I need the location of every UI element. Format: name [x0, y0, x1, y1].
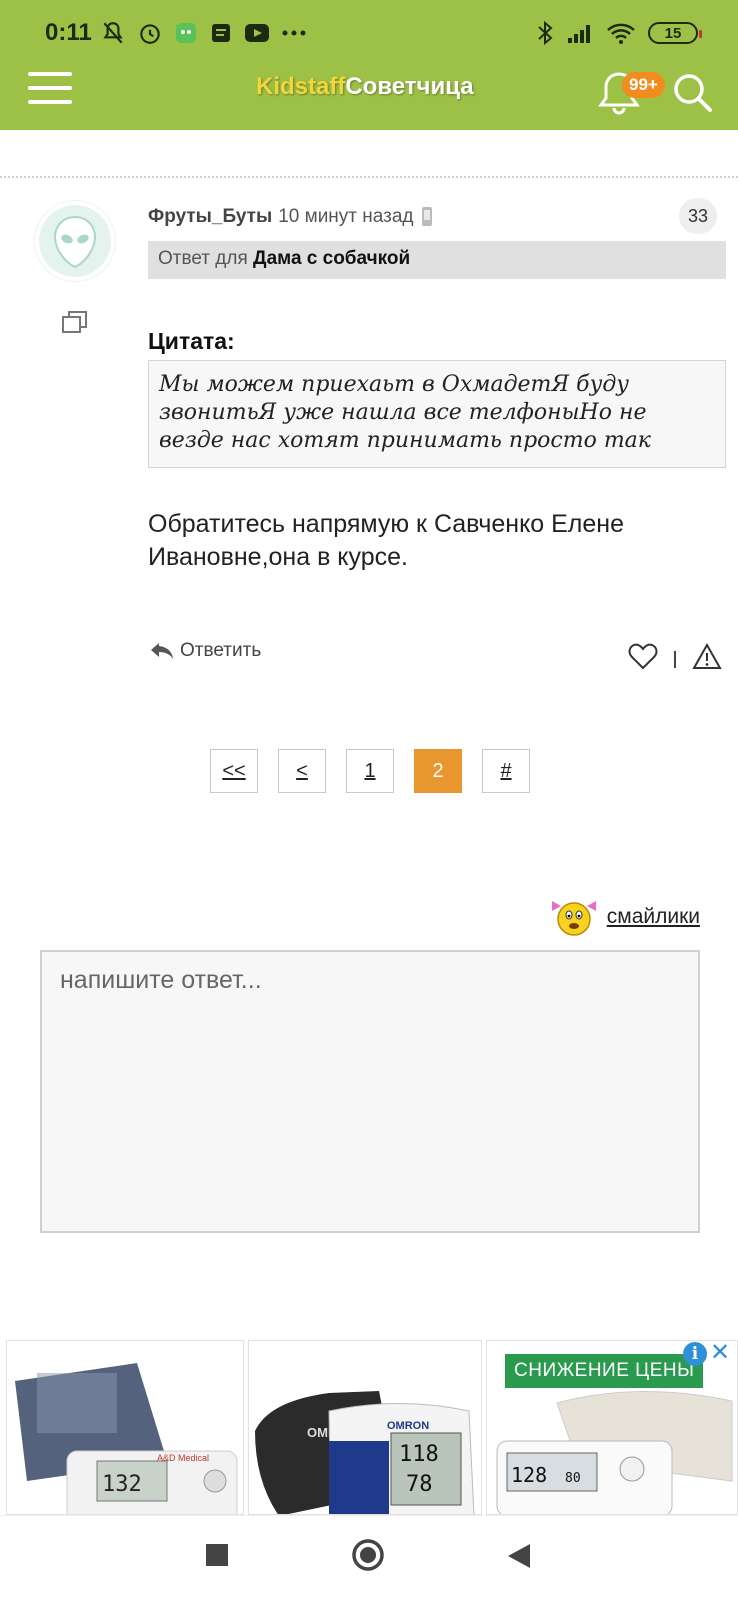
avatar-image [39, 205, 111, 277]
ad-info-icon[interactable]: i [683, 1342, 707, 1366]
smileys-link[interactable]: смайлики [549, 895, 700, 939]
app-title-section: Советчица [345, 73, 474, 100]
top-bar: 0:11 15 KidstaffСоветчица 99+ [0, 0, 738, 130]
menu-button[interactable] [28, 72, 72, 108]
reply-label: Ответить [180, 640, 262, 661]
ad-price-badge: СНИЖЕНИЕ ЦЕНЫ [505, 1354, 704, 1388]
heart-icon[interactable] [628, 642, 658, 670]
ad-banner[interactable]: 132 A&D Medical OMRON OMRON 118 78 [0, 1340, 738, 1515]
reply-to-prefix: Ответ для [158, 248, 248, 269]
avatar[interactable] [34, 200, 116, 282]
page-anchor[interactable]: # [482, 749, 530, 793]
page-prev[interactable]: < [278, 749, 326, 793]
ad-card-1[interactable]: 132 A&D Medical [6, 1340, 244, 1515]
app-bar: KidstaffСоветчица 99+ [0, 64, 738, 130]
warning-icon[interactable] [692, 642, 722, 670]
reply-arrow-icon [151, 643, 173, 659]
reply-textarea[interactable] [40, 950, 700, 1233]
action-divider [674, 651, 676, 668]
ad-card-3-dia: 80 [565, 1471, 581, 1486]
page-first[interactable]: << [210, 749, 258, 793]
system-nav-bar [0, 1515, 738, 1600]
search-icon[interactable] [670, 70, 714, 114]
smileys-label: смайлики [606, 905, 700, 928]
post-time: 10 минут назад [278, 206, 414, 227]
blood-pressure-cuff-image: 132 A&D Medical [15, 1363, 238, 1514]
wifi-icon [607, 23, 635, 44]
ad-card-2-brand: OMRON [387, 1420, 429, 1432]
app-title[interactable]: KidstaffСоветчица [256, 73, 474, 101]
author-name[interactable]: Фруты_Буты [148, 206, 272, 228]
alarm-icon [140, 24, 160, 44]
status-icons-left [100, 20, 307, 46]
quote-text: Мы можем приехаьт в ОхмадетЯ буду звонит… [148, 360, 726, 468]
battery-icon: 15 [648, 22, 702, 44]
reply-button[interactable]: Ответить [148, 640, 261, 662]
reply-to-bar: Ответ для Дама с собачкой [148, 241, 726, 279]
ad-card-3-sys: 128 [511, 1463, 547, 1487]
app-title-brand: Kidstaff [256, 73, 346, 100]
home-icon[interactable] [351, 1538, 385, 1572]
smiley-icon [551, 901, 596, 936]
screen: 0:11 15 KidstaffСоветчица 99+ Фруты_Буты… [0, 0, 738, 1600]
menu-line [28, 100, 72, 104]
mute-icon [103, 22, 123, 44]
quote-title: Цитата: [148, 328, 235, 354]
post-number[interactable]: 33 [679, 198, 717, 234]
back-icon[interactable] [506, 1542, 532, 1570]
pagination: << < 1 2 # [210, 749, 530, 793]
copy-icon[interactable] [60, 308, 90, 338]
ad-card-2-dia: 78 [406, 1472, 433, 1497]
alien-icon [53, 215, 97, 269]
status-bar: 0:11 15 [0, 0, 738, 64]
post-body: Обратитесь напрямую к Савченко Елене Ива… [148, 510, 625, 571]
post-meta: Фруты_Буты 10 минут назад [148, 206, 434, 228]
reply-to-user[interactable]: Дама с собачкой [253, 248, 410, 269]
notes-icon [212, 24, 230, 42]
post-separator [0, 176, 738, 178]
menu-line [28, 72, 72, 76]
mobile-icon [421, 207, 432, 226]
bluetooth-icon [538, 20, 553, 46]
status-icons-right: 15 [536, 20, 702, 46]
ad-card-2[interactable]: OMRON OMRON 118 78 [248, 1340, 482, 1515]
more-icon [282, 30, 306, 36]
recents-icon[interactable] [204, 1542, 230, 1568]
signal-icon [568, 25, 590, 43]
page-1[interactable]: 1 [346, 749, 394, 793]
ad-card-1-brand: A&D Medical [157, 1453, 209, 1463]
app-icon [176, 23, 196, 43]
status-time: 0:11 [45, 19, 92, 46]
omron-monitor-image: OMRON OMRON 118 78 [255, 1391, 475, 1514]
ad-close-icon[interactable]: ✕ [710, 1338, 730, 1367]
notification-badge: 99+ [622, 72, 665, 98]
ad-card-2-sys: 118 [399, 1442, 439, 1467]
youtube-icon [245, 24, 269, 42]
menu-line [28, 86, 72, 90]
ad-card-1-reading: 132 [102, 1472, 142, 1497]
page-2-current[interactable]: 2 [414, 749, 462, 793]
